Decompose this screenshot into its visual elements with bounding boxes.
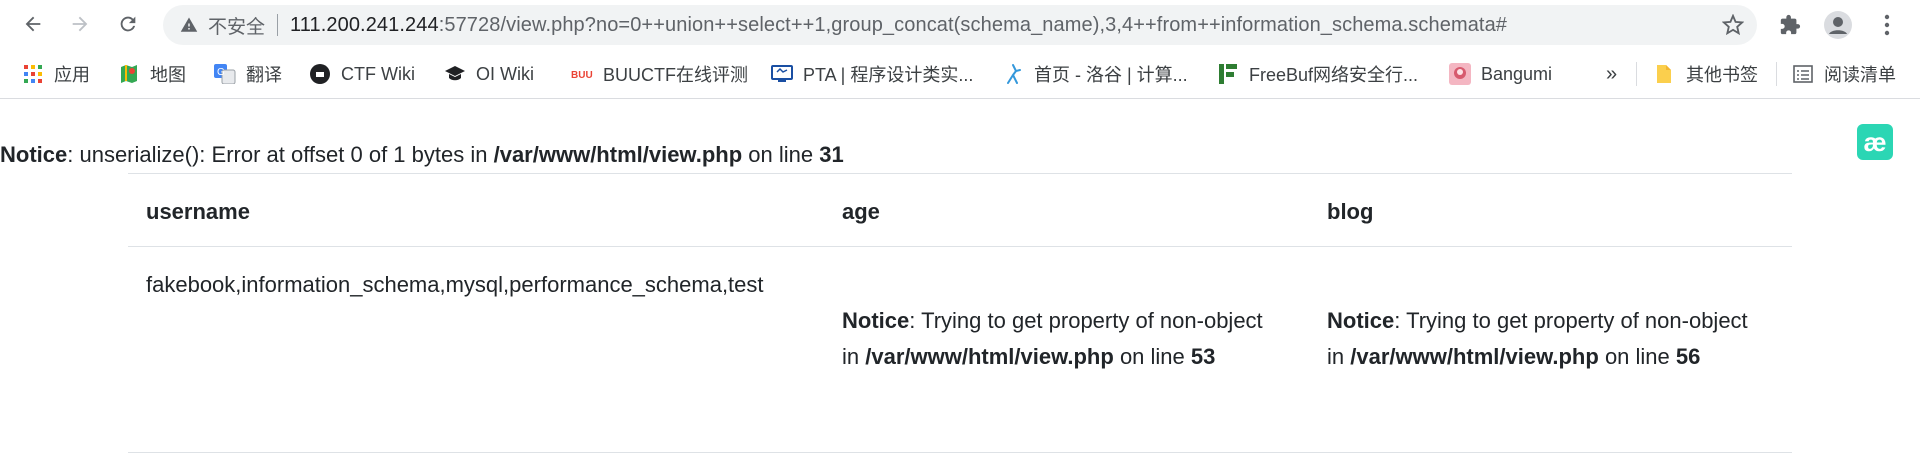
apps-grid-icon bbox=[22, 63, 44, 85]
notice-line-number: 56 bbox=[1675, 344, 1701, 369]
bookmark-label: OI Wiki bbox=[476, 63, 534, 84]
bookmark-bangumi[interactable]: Bangumi bbox=[1449, 50, 1552, 98]
bookmark-oi-wiki[interactable]: OI Wiki bbox=[444, 50, 534, 98]
arrow-right-icon bbox=[72, 16, 88, 32]
notice-on-line: on line bbox=[1598, 344, 1676, 369]
reload-button[interactable] bbox=[111, 7, 145, 41]
table-top-border bbox=[128, 173, 1792, 174]
reading-list-button[interactable]: 阅读清单 bbox=[1792, 50, 1896, 98]
header-row-border bbox=[128, 246, 1792, 247]
omnibox-divider bbox=[277, 14, 279, 36]
reload-icon bbox=[120, 16, 136, 32]
url-path: :57728/view.php?no=0++union++select++1,g… bbox=[438, 13, 1508, 36]
notice-path: /var/www/html/view.php bbox=[1350, 344, 1599, 369]
ctf-wiki-icon bbox=[309, 63, 331, 85]
reading-list-icon bbox=[1792, 63, 1814, 85]
notice-on-line: on line bbox=[742, 142, 820, 167]
bookmark-buuctf[interactable]: BUU BUUCTF在线评测 bbox=[571, 50, 748, 98]
buuctf-icon: BUU bbox=[571, 63, 593, 85]
bookmark-translate[interactable]: G 翻译 bbox=[214, 50, 282, 98]
menu-kebab-icon[interactable] bbox=[1870, 8, 1904, 42]
url-text[interactable]: 111.200.241.244:57728/view.php?no=0++uni… bbox=[290, 14, 1675, 37]
svg-text:BUU: BUU bbox=[571, 70, 593, 81]
extensions-icon[interactable] bbox=[1773, 8, 1807, 42]
notice-path: /var/www/html/view.php bbox=[493, 142, 743, 167]
notice-path: /var/www/html/view.php bbox=[865, 344, 1114, 369]
bookmark-freebuf[interactable]: FreeBuf网络安全行... bbox=[1217, 50, 1418, 98]
security-status[interactable]: 不安全 bbox=[208, 12, 265, 39]
address-bar[interactable]: 不安全 111.200.241.244:57728/view.php?no=0+… bbox=[163, 5, 1757, 45]
cell-username: fakebook,information_schema,mysql,perfor… bbox=[146, 272, 764, 297]
bookmark-luogu[interactable]: 首页 - 洛谷 | 计算... bbox=[1002, 50, 1188, 98]
column-header-age: age bbox=[842, 199, 880, 224]
cell-blog: Notice: Trying to get property of non-ob… bbox=[1327, 303, 1757, 375]
translate-icon: G bbox=[214, 63, 236, 85]
bookmark-pta[interactable]: PTA | 程序设计类实... bbox=[771, 50, 973, 98]
bookmarks-divider bbox=[1776, 62, 1777, 86]
notice-on-line: on line bbox=[1113, 344, 1191, 369]
bookmark-label: 阅读清单 bbox=[1824, 65, 1896, 85]
url-host: 111.200.241.244 bbox=[290, 13, 439, 36]
bookmark-label: 翻译 bbox=[246, 65, 282, 85]
column-header-username: username bbox=[146, 199, 250, 224]
maps-icon bbox=[118, 63, 140, 85]
bookmark-maps[interactable]: 地图 bbox=[118, 50, 186, 98]
folder-icon bbox=[1654, 63, 1676, 85]
bookmark-label: PTA | 程序设计类实... bbox=[803, 65, 974, 85]
bookmarks-bar: 应用 地图 G 翻译 CTF Wiki OI Wiki BUU BUUCTF在线… bbox=[0, 50, 1920, 99]
browser-toolbar: 不安全 111.200.241.244:57728/view.php?no=0+… bbox=[0, 0, 1920, 50]
table-bottom-border bbox=[128, 452, 1792, 453]
notice-message: : unserialize(): Error at offset 0 of 1 … bbox=[67, 142, 494, 167]
column-header-blog: blog bbox=[1327, 199, 1374, 224]
back-button[interactable] bbox=[16, 7, 50, 41]
freebuf-icon bbox=[1217, 63, 1239, 85]
profile-avatar-icon[interactable] bbox=[1821, 8, 1855, 42]
bookmark-star-icon[interactable] bbox=[1721, 13, 1745, 37]
bookmark-label: Bangumi bbox=[1481, 63, 1553, 84]
warning-icon[interactable] bbox=[179, 15, 199, 35]
pta-icon bbox=[771, 63, 793, 85]
oi-wiki-icon bbox=[444, 63, 466, 85]
bookmarks-overflow-button[interactable]: » bbox=[1606, 50, 1617, 98]
extension-ae-icon[interactable]: æ bbox=[1857, 124, 1893, 160]
bookmark-label: 地图 bbox=[150, 65, 186, 85]
notice-line-number: 31 bbox=[819, 142, 844, 167]
top-notice: Notice: unserialize(): Error at offset 0… bbox=[0, 142, 844, 168]
bookmark-label: FreeBuf网络安全行... bbox=[1249, 65, 1419, 85]
forward-button[interactable] bbox=[63, 7, 97, 41]
cell-age: Notice: Trying to get property of non-ob… bbox=[842, 303, 1272, 375]
bangumi-icon bbox=[1449, 63, 1471, 85]
bookmark-label: 其他书签 bbox=[1686, 65, 1758, 85]
bookmark-ctf-wiki[interactable]: CTF Wiki bbox=[309, 50, 415, 98]
notice-line-number: 53 bbox=[1190, 344, 1216, 369]
bookmark-label: 首页 - 洛谷 | 计算... bbox=[1034, 65, 1188, 85]
svg-text:G: G bbox=[217, 67, 225, 78]
bookmarks-divider bbox=[1636, 62, 1637, 86]
notice-label: Notice bbox=[1327, 308, 1395, 333]
bookmark-apps[interactable]: 应用 bbox=[22, 50, 90, 98]
arrow-left-icon bbox=[25, 16, 41, 32]
notice-label: Notice bbox=[0, 142, 68, 167]
other-bookmarks-folder[interactable]: 其他书签 bbox=[1654, 50, 1758, 98]
bookmark-label: 应用 bbox=[54, 65, 90, 85]
luogu-icon bbox=[1002, 63, 1024, 85]
notice-label: Notice bbox=[842, 308, 910, 333]
bookmark-label: BUUCTF在线评测 bbox=[603, 65, 748, 85]
bookmark-label: CTF Wiki bbox=[341, 63, 415, 84]
